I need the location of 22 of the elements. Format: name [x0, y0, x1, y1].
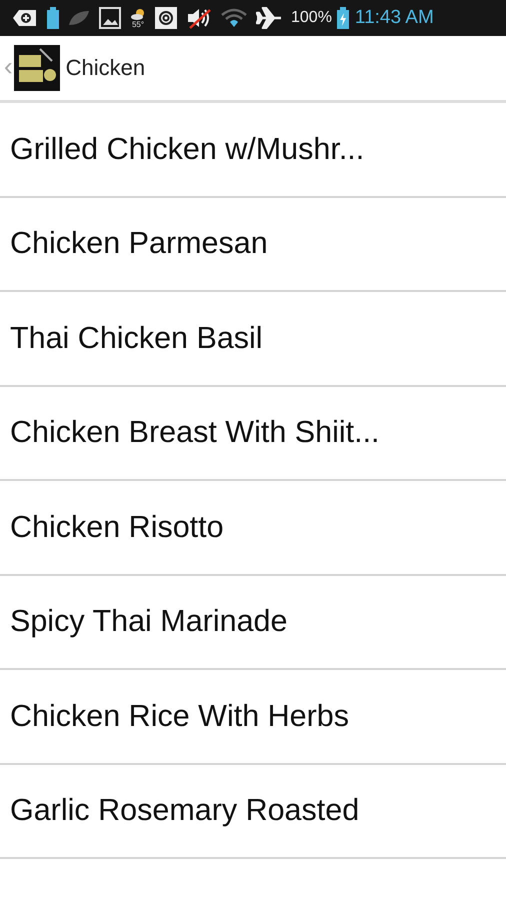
notification-icon: [12, 8, 38, 28]
recipe-list-item[interactable]: Garlic Rosemary Roasted: [0, 764, 506, 859]
app-logo-icon[interactable]: [14, 45, 60, 91]
recipe-list-item[interactable]: Chicken Breast With Shiit...: [0, 386, 506, 481]
recipe-list-item[interactable]: Chicken Rice With Herbs: [0, 670, 506, 764]
recipe-list-item[interactable]: Grilled Chicken w/Mushr...: [0, 103, 506, 198]
recipe-list-item[interactable]: Chicken Risotto: [0, 481, 506, 576]
wifi-icon: [221, 8, 247, 28]
battery-percent: 100%: [291, 9, 332, 27]
clock-time: 11:43 AM: [354, 7, 434, 29]
image-icon: [99, 7, 121, 29]
recipe-list-item[interactable]: Chicken Parmesan: [0, 198, 506, 292]
screen-title: Chicken: [66, 55, 146, 81]
charging-battery-icon: [336, 7, 349, 29]
airplane-icon: [256, 7, 282, 29]
battery-icon: [47, 7, 59, 29]
leaf-icon: [68, 9, 90, 27]
recipe-list-item[interactable]: Spicy Thai Marinade: [0, 576, 506, 670]
temperature-text: 55°: [132, 20, 144, 28]
muted-speaker-icon: [186, 7, 212, 29]
recipe-list-item[interactable]: Thai Chicken Basil: [0, 292, 506, 386]
weather-icon: [130, 8, 146, 20]
